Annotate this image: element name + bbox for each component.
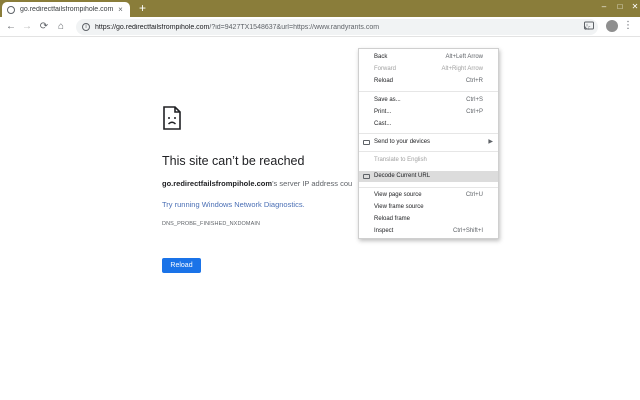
url-text[interactable]: https://go.redirectfailsfrompihole.com/?…: [95, 24, 582, 31]
globe-icon: [7, 5, 15, 14]
menu-item-send-to-devices[interactable]: Send to your devices ▶: [359, 137, 498, 148]
menu-separator: [359, 187, 498, 188]
forward-button[interactable]: →: [20, 20, 34, 34]
menu-item-shortcut: Alt+Left Arrow: [445, 54, 483, 60]
reload-button[interactable]: ⟳: [37, 20, 51, 34]
menu-item-label: Save as...: [374, 97, 401, 103]
menu-item-label: Reload frame: [374, 216, 411, 222]
info-icon[interactable]: i: [82, 23, 90, 31]
toolbar: ← → ⟳ ⌂ i https://go.redirectfailsfrompi…: [0, 17, 640, 37]
extension-icon: [363, 174, 370, 179]
url-path: /?id=9427TX1548637&url=https://www.randy…: [209, 23, 380, 31]
menu-item-print[interactable]: Print... Ctrl+P: [359, 107, 498, 118]
error-title: This site can’t be reached: [162, 154, 305, 168]
menu-item-decode-url[interactable]: Decode Current URL: [359, 171, 498, 182]
cast-icon[interactable]: [583, 20, 595, 32]
menu-item-shortcut: Alt+Right Arrow: [441, 66, 483, 72]
tab-close-icon[interactable]: ×: [116, 5, 125, 14]
menu-item-shortcut: Ctrl+S: [466, 97, 483, 103]
menu-item-cast[interactable]: Cast...: [359, 119, 498, 130]
error-host: go.redirectfailsfrompihole.com: [162, 179, 273, 188]
menu-item-reload-frame[interactable]: Reload frame: [359, 214, 498, 225]
menu-separator: [359, 151, 498, 152]
menu-item-label: View page source: [374, 192, 422, 198]
menu-item-label: Reload: [374, 78, 394, 84]
menu-item-reload[interactable]: Reload Ctrl+R: [359, 76, 498, 87]
menu-item-shortcut: Ctrl+P: [466, 109, 483, 115]
error-code: DNS_PROBE_FINISHED_NXDOMAIN: [162, 221, 261, 227]
menu-item-shortcut: Ctrl+R: [465, 78, 483, 84]
menu-item-label: View frame source: [374, 204, 424, 210]
avatar[interactable]: [606, 20, 618, 32]
sad-page-icon: [163, 106, 181, 130]
menu-item-view-source[interactable]: View page source Ctrl+U: [359, 190, 498, 201]
error-message: go.redirectfailsfrompihole.com’s server …: [162, 179, 352, 188]
error-message-suffix: ’s server IP address cou: [272, 179, 353, 188]
context-menu: Back Alt+Left Arrow Forward Alt+Right Ar…: [358, 48, 499, 239]
menu-item-shortcut: Ctrl+Shift+I: [452, 228, 483, 234]
menu-item-save-as[interactable]: Save as... Ctrl+S: [359, 95, 498, 106]
menu-item-view-frame-source[interactable]: View frame source: [359, 202, 498, 213]
tab-strip: go.redirectfailsfrompihole.com × + – □ ✕: [0, 0, 640, 17]
menu-item-label: Send to your devices: [374, 139, 431, 145]
url-host: https://go.redirectfailsfrompihole.com: [95, 23, 210, 31]
browser-menu-icon[interactable]: ⋮: [623, 19, 633, 33]
address-bar[interactable]: i https://go.redirectfailsfrompihole.com…: [76, 19, 598, 35]
menu-item-inspect[interactable]: Inspect Ctrl+Shift+I: [359, 226, 498, 237]
page-reload-button[interactable]: Reload: [162, 258, 201, 273]
menu-item-label: Translate to English: [374, 157, 427, 163]
menu-separator: [359, 91, 498, 92]
tab-active[interactable]: go.redirectfailsfrompihole.com ×: [2, 2, 130, 17]
devices-icon: [363, 140, 370, 145]
close-window-button[interactable]: ✕: [625, 0, 640, 15]
menu-item-label: Print...: [374, 109, 392, 115]
menu-item-translate[interactable]: Translate to English: [359, 155, 498, 166]
menu-item-label: Cast...: [374, 121, 392, 127]
new-tab-button[interactable]: +: [136, 1, 149, 15]
menu-item-label: Back: [374, 54, 388, 60]
menu-item-label: Inspect: [374, 228, 394, 234]
tab-title: go.redirectfailsfrompihole.com: [20, 6, 114, 13]
diagnostics-link[interactable]: Try running Windows Network Diagnostics.: [162, 200, 305, 209]
submenu-arrow-icon: ▶: [488, 139, 493, 145]
menu-item-shortcut: Ctrl+U: [465, 192, 483, 198]
home-button[interactable]: ⌂: [54, 20, 68, 34]
menu-item-forward[interactable]: Forward Alt+Right Arrow: [359, 64, 498, 75]
back-button[interactable]: ←: [4, 20, 18, 34]
menu-separator: [359, 133, 498, 134]
menu-item-label: Decode Current URL: [374, 173, 431, 179]
menu-item-back[interactable]: Back Alt+Left Arrow: [359, 52, 498, 63]
menu-item-label: Forward: [374, 66, 397, 72]
